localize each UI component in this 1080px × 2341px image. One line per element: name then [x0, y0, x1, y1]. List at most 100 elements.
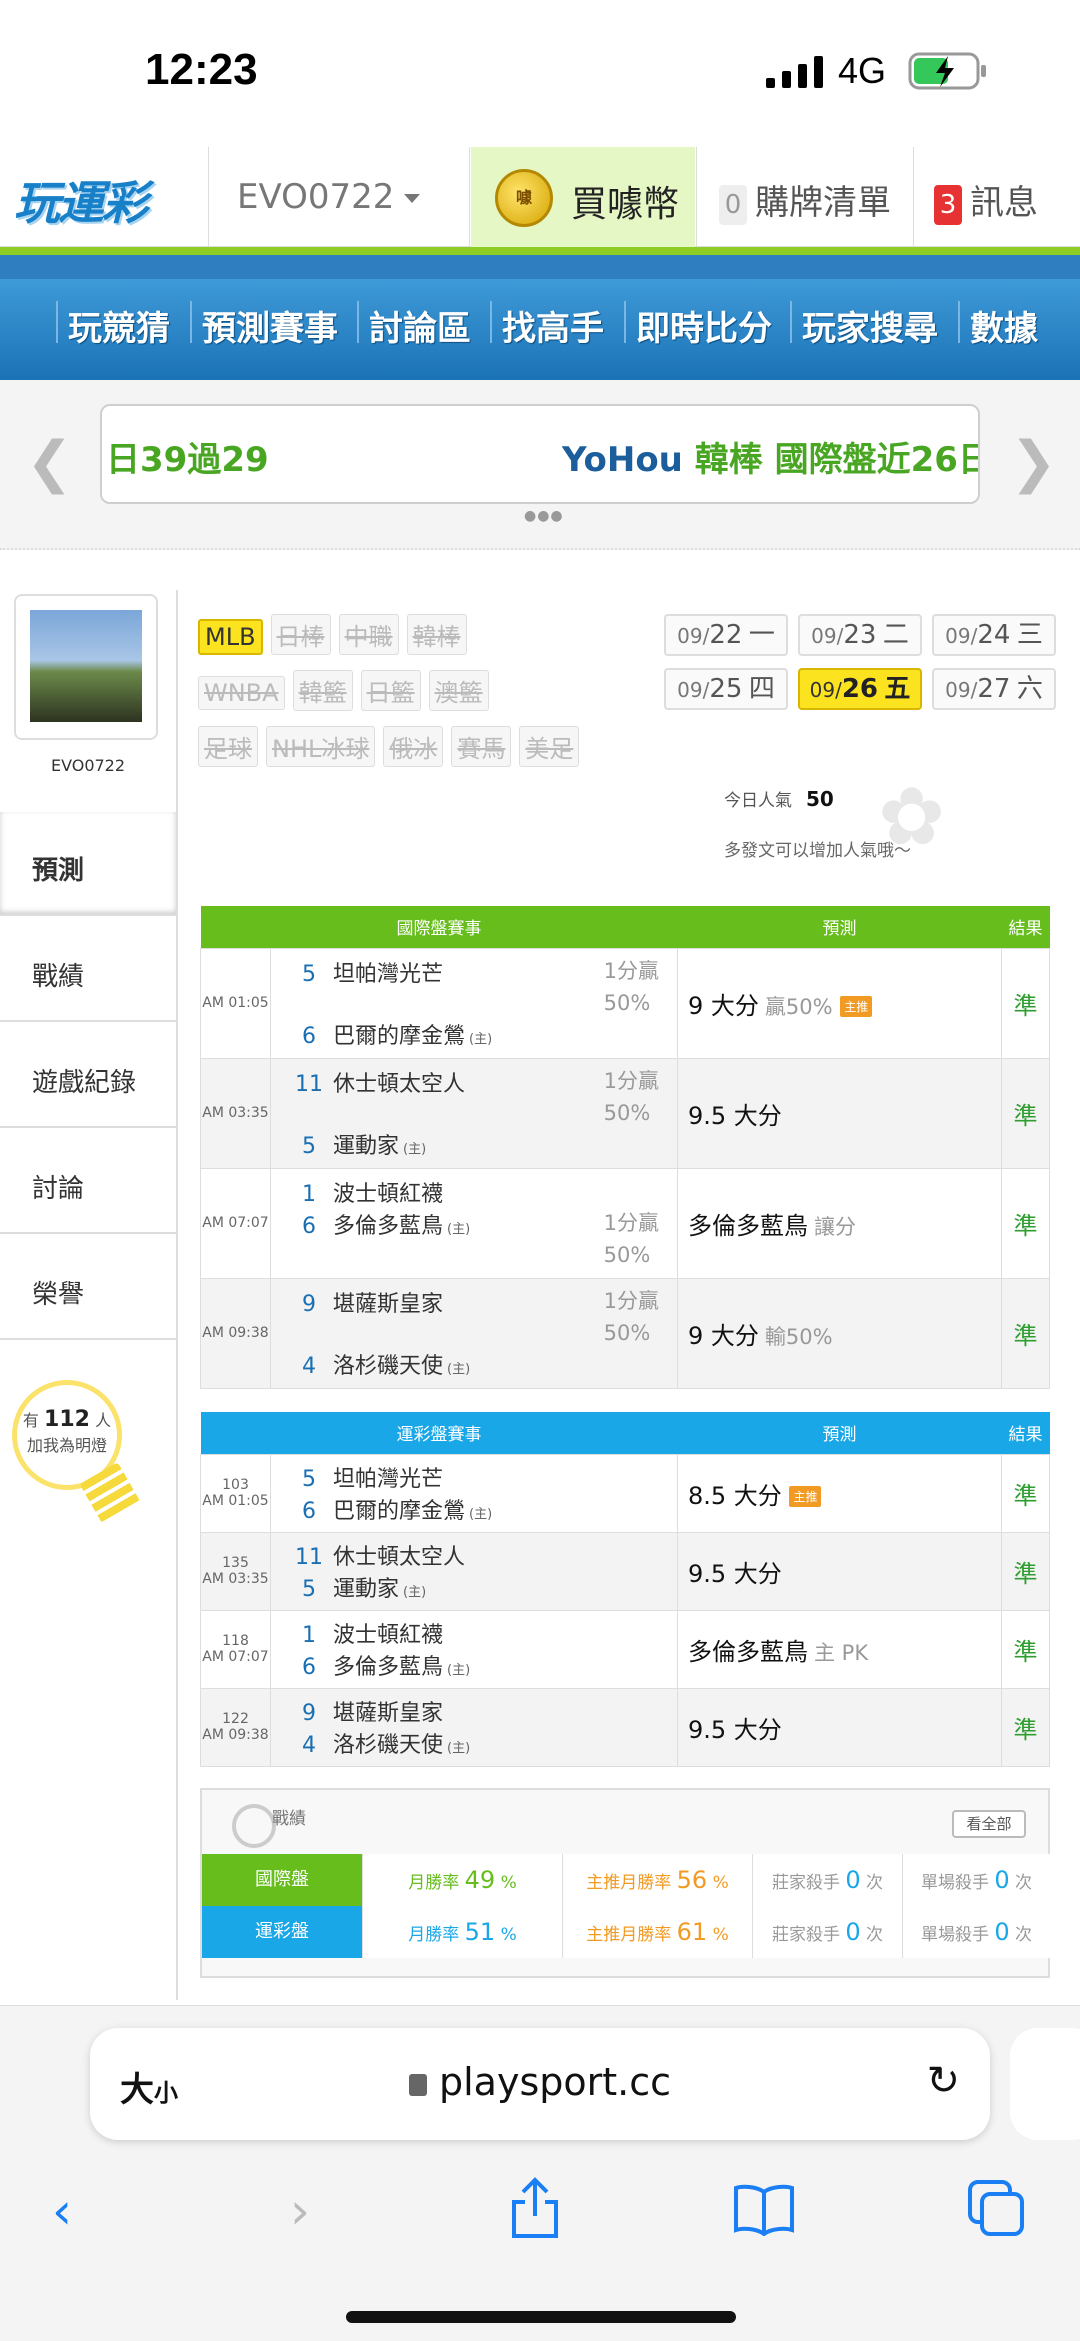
sidebar-item-discuss[interactable]: 討論 — [0, 1130, 176, 1234]
date-tab[interactable]: 09/27 六 — [932, 668, 1056, 710]
record-summary: 戰績 看全部 國際盤 月勝率 49 % 主推月勝率 56 % 莊家殺手 0 次 … — [200, 1788, 1050, 1978]
stat-unit: % — [712, 1873, 729, 1893]
messages-button[interactable]: 3 訊息 — [913, 147, 1080, 247]
matchup: 5 坦帕灣光芒 6 巴爾的摩金鶯 (主) 1分贏 50% — [270, 947, 678, 1059]
date-weekday: 三 — [1016, 620, 1043, 650]
avatar-frame[interactable] — [14, 594, 158, 740]
stat-value: 56 — [676, 1866, 708, 1894]
matchup: 11 休士頓太空人 5 運動家 (主) — [270, 1531, 678, 1611]
stats-row-lottery: 運彩盤 月勝率 51 % 主推月勝率 61 % 莊家殺手 0 次 單場殺手 0 … — [202, 1906, 1050, 1958]
forward-icon[interactable]: › — [290, 2182, 310, 2240]
sports-lottery-table: 運彩盤賽事 預測 結果 103 AM 01:05 5 坦帕灣光芒 6 巴爾的摩金鶯 (主… — [200, 1412, 1050, 1767]
matchup: 11 休士頓太空人 5 運動家 (主) 1分贏 50% — [270, 1057, 678, 1169]
address-bar[interactable]: 大小 playsport.cc ↻ — [90, 2028, 990, 2140]
date-day: 25 — [709, 674, 743, 704]
league-tag[interactable]: 韓棒 — [406, 614, 467, 655]
league-tags-row-1: MLB 日棒 中職 韓棒 — [198, 614, 475, 655]
featured-win-rate: 主推月勝率 61 % — [562, 1906, 752, 1958]
team-name: 波士頓紅襪 — [333, 1182, 444, 1207]
ticker-section: ❮ 日39過29 YoHou 韓棒 國際盤近26日 ❯ ●●● — [0, 380, 1080, 550]
game-time: AM 09:38 — [202, 1727, 269, 1743]
popularity-hint: 多發文可以增加人氣哦～ — [724, 841, 911, 861]
league-tag[interactable]: NHL冰球 — [266, 726, 376, 767]
view-all-button[interactable]: 看全部 — [952, 1810, 1026, 1838]
prediction-cell: 8.5 大分 主推 — [677, 1453, 1002, 1533]
nav-item-guess[interactable]: 玩競猜 — [68, 301, 170, 350]
bookmarks-icon[interactable] — [732, 2182, 796, 2236]
popularity-label: 今日人氣 — [724, 791, 792, 811]
featured-badge: 主推 — [840, 996, 873, 1017]
spread-percent: 50% — [603, 1100, 651, 1125]
stat-unit: % — [500, 1873, 517, 1893]
reload-icon[interactable]: ↻ — [926, 2058, 960, 2104]
league-tag[interactable]: 美足 — [519, 726, 580, 767]
league-tag[interactable]: 韓籃 — [292, 670, 353, 711]
site-logo[interactable]: 玩運彩 — [14, 167, 148, 233]
league-tag[interactable]: 澳籃 — [428, 670, 489, 711]
spread-odds: 1分贏 50% — [604, 1065, 659, 1129]
table-row: AM 03:35 11 休士頓太空人 5 運動家 (主) 1分贏 50% 9.5 大分 … — [200, 1057, 1050, 1169]
prediction-value: 9 大分 — [688, 1321, 759, 1350]
next-tab-preview[interactable] — [1010, 2028, 1080, 2140]
prediction-value: 8.5 大分 — [688, 1481, 782, 1510]
sidebar-item-record[interactable]: 戰績 — [0, 918, 176, 1022]
home-marker: (主) — [447, 1362, 471, 1377]
sidebar-item-honor[interactable]: 榮譽 — [0, 1236, 176, 1340]
user-dropdown[interactable]: EVO0722 — [208, 147, 470, 247]
league-tag[interactable]: WNBA — [198, 676, 285, 710]
nav-item-player-search[interactable]: 玩家搜尋 — [802, 301, 938, 350]
table-row: AM 07:07 1 波士頓紅襪 6 多倫多藍鳥 (主) 1分贏 50% 多倫多藍鳥 讓分… — [200, 1167, 1050, 1279]
team-name: 洛杉磯天使 — [333, 1354, 444, 1379]
date-month: 09/ — [945, 624, 978, 648]
cart-button[interactable]: 0 購牌清單 — [696, 147, 912, 247]
bookie-killer: 莊家殺手 0 次 — [752, 1854, 902, 1906]
home-marker: (主) — [469, 1032, 493, 1047]
league-tags-row-2: WNBA 韓籃 日籃 澳籃 — [198, 670, 497, 711]
single-game-killer: 單場殺手 0 次 — [902, 1854, 1050, 1906]
share-icon[interactable] — [508, 2176, 562, 2240]
date-day: 26 — [841, 674, 878, 704]
away-team: 1 波士頓紅襪 — [285, 1617, 677, 1649]
league-tag[interactable]: 日籃 — [360, 670, 421, 711]
popularity-value: 50 — [806, 787, 834, 811]
nav-item-live-score[interactable]: 即時比分 — [636, 301, 772, 350]
date-tab[interactable]: 09/25 四 — [664, 668, 788, 710]
column-header-prediction: 預測 — [677, 1412, 1002, 1454]
nav-item-forum[interactable]: 討論區 — [369, 301, 471, 350]
league-tag[interactable]: 足球 — [198, 726, 258, 767]
avatar — [30, 610, 142, 722]
nav-item-data[interactable]: 數據 — [970, 301, 1038, 350]
date-tab[interactable]: 09/23 二 — [798, 614, 922, 656]
date-tab[interactable]: 09/24 三 — [932, 614, 1056, 656]
tabs-icon[interactable] — [966, 2178, 1026, 2238]
away-team: 11 休士頓太空人 — [285, 1539, 677, 1571]
back-icon[interactable]: ‹ — [52, 2182, 72, 2240]
stats-row-label: 國際盤 — [202, 1854, 362, 1906]
date-tab[interactable]: 09/22 一 — [664, 614, 788, 656]
chevron-right-icon[interactable]: ❯ — [1010, 430, 1057, 495]
news-ticker[interactable]: 日39過29 YoHou 韓棒 國際盤近26日 — [100, 404, 980, 504]
team-name: 休士頓太空人 — [333, 1072, 466, 1097]
league-tag[interactable]: 賽馬 — [451, 726, 512, 767]
sidebar-item-predict[interactable]: 預測 — [0, 812, 176, 916]
date-tab-selected[interactable]: 09/26 五 — [798, 668, 922, 710]
team-number: 5 — [302, 1134, 316, 1159]
spread-label: 1分贏 — [603, 1068, 659, 1093]
league-tag[interactable]: 俄冰 — [383, 726, 444, 767]
sidebar-item-game-log[interactable]: 遊戲紀錄 — [0, 1024, 176, 1128]
spread-label: 1分贏 — [603, 1210, 659, 1235]
league-tag-mlb[interactable]: MLB — [198, 619, 263, 655]
matchup: 1 波士頓紅襪 6 多倫多藍鳥 (主) 1分贏 50% — [270, 1167, 678, 1279]
date-weekday: 四 — [748, 674, 775, 704]
league-tag[interactable]: 日棒 — [270, 614, 331, 655]
buy-coin-button[interactable]: 噱 買噱幣 — [471, 147, 695, 247]
url-display[interactable]: playsport.cc — [90, 2060, 990, 2104]
header-divider — [0, 247, 1080, 255]
nav-item-experts[interactable]: 找高手 — [502, 301, 604, 350]
away-team: 5 坦帕灣光芒 — [285, 1461, 677, 1493]
league-tag[interactable]: 中職 — [338, 614, 399, 655]
nav-item-predict[interactable]: 預測賽事 — [202, 301, 338, 350]
chevron-left-icon[interactable]: ❮ — [26, 430, 73, 495]
team-number: 6 — [302, 1655, 316, 1680]
home-team: 5 運動家 (主) — [285, 1128, 677, 1160]
